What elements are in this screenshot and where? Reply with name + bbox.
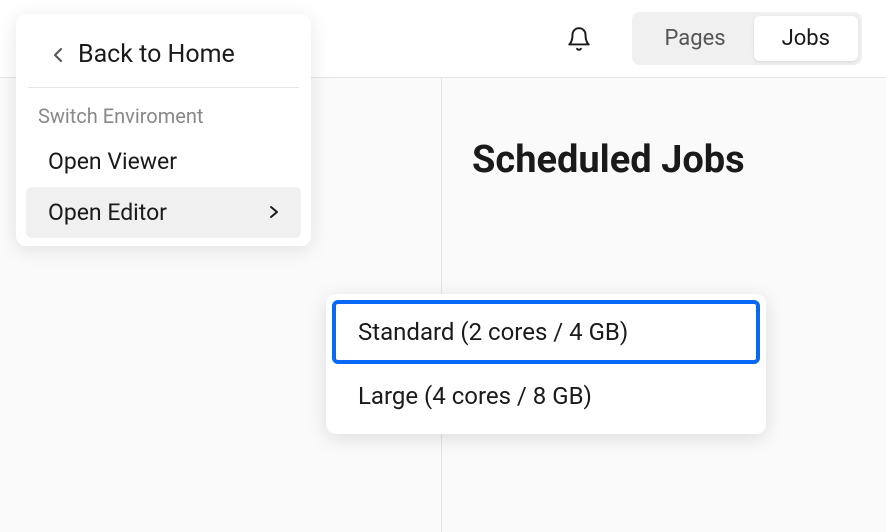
tab-jobs[interactable]: Jobs <box>754 16 858 61</box>
back-label: Back to Home <box>78 40 235 69</box>
back-to-home[interactable]: Back to Home <box>28 30 299 88</box>
tab-pages[interactable]: Pages <box>636 16 753 61</box>
menu-item-viewer[interactable]: Open Viewer <box>26 136 301 187</box>
submenu-item-large[interactable]: Large (4 cores / 8 GB) <box>332 364 760 428</box>
tab-group: Pages Jobs <box>632 12 862 65</box>
submenu-item-standard[interactable]: Standard (2 cores / 4 GB) <box>332 300 760 364</box>
menu-item-label: Open Editor <box>48 199 167 226</box>
chevron-right-icon <box>269 199 279 226</box>
workspace-dropdown: Back to Home Switch Enviroment Open View… <box>16 14 311 246</box>
chevron-left-icon <box>52 46 64 64</box>
editor-submenu: Standard (2 cores / 4 GB) Large (4 cores… <box>326 294 766 434</box>
bell-icon[interactable] <box>566 26 592 52</box>
menu-item-label: Open Viewer <box>48 148 177 175</box>
page-title: Scheduled Jobs <box>472 138 856 182</box>
menu-item-editor[interactable]: Open Editor <box>26 187 301 238</box>
section-label: Switch Enviroment <box>16 88 311 136</box>
